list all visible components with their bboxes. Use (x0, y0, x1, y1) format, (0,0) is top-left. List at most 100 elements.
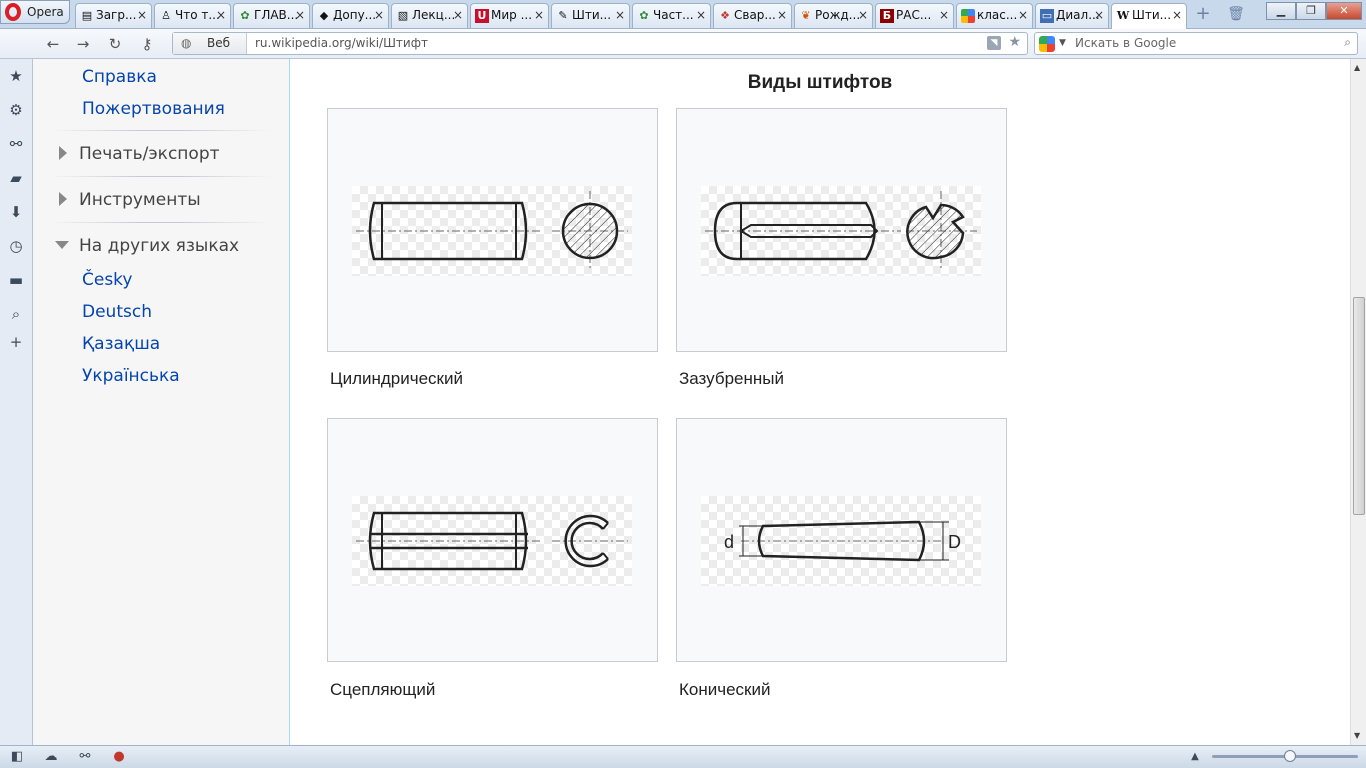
add-panel-icon[interactable]: + (6, 332, 26, 352)
url-text[interactable]: ru.wikipedia.org/wiki/Штифт (255, 33, 428, 54)
gallery-image-box[interactable] (676, 108, 1007, 352)
article-content: Виды штифтов Цилиндрический Зазубренный … (290, 59, 1350, 745)
scroll-up-arrow-icon[interactable]: ▲ (1354, 63, 1360, 72)
tab-5[interactable]: ▧ Лекц... × (391, 3, 468, 28)
tab-1[interactable]: ▤ Загр... × (75, 3, 152, 28)
panel-toggle-icon[interactable]: ◧ (8, 749, 26, 765)
tab-2[interactable]: ♙ Что т... × (154, 3, 231, 28)
gear-icon: ✿ (240, 9, 250, 22)
tab-11[interactable]: Б РАС... × (875, 3, 954, 28)
opera-menu-button[interactable]: Opera (0, 0, 70, 24)
sidebar-link-donate[interactable]: Пожертвования (82, 99, 225, 119)
tab-13[interactable]: ▭ Диал... × (1035, 3, 1109, 28)
vertical-scrollbar[interactable]: ▲ ▼ (1350, 59, 1366, 745)
tab-close-icon[interactable]: × (858, 4, 868, 27)
tab-12[interactable]: клас... × (956, 3, 1033, 28)
tab-close-icon[interactable]: × (216, 4, 226, 27)
divider (49, 130, 271, 131)
site-info-chip[interactable]: ◍ Веб (173, 33, 247, 54)
section-print-export[interactable]: Печать/экспорт (79, 144, 220, 164)
tab-7[interactable]: ✎ Шти... × (551, 3, 630, 28)
tab-4[interactable]: ◆ Допу... × (312, 3, 389, 28)
zoom-slider-knob[interactable] (1284, 750, 1296, 762)
minimize-button[interactable]: ▁ (1266, 2, 1296, 20)
search-icon[interactable]: ⌕ (1344, 35, 1351, 50)
divider (49, 176, 271, 177)
collapse-arrow-icon[interactable] (55, 241, 69, 249)
tab-6[interactable]: U Мир ... × (470, 3, 549, 28)
dim-large-label: D (948, 532, 961, 552)
tab-close-icon[interactable]: × (696, 4, 706, 27)
back-arrow-icon[interactable]: ← (42, 34, 64, 54)
grooved-pin-drawing[interactable] (701, 186, 981, 276)
tab-close-icon[interactable]: × (777, 4, 787, 27)
cylindrical-pin-drawing[interactable] (352, 186, 632, 276)
tab-10[interactable]: ❦ Рожд... × (794, 3, 873, 28)
trash-icon[interactable]: 🗑 (1226, 4, 1246, 24)
status-bar: ◧ ☁ ⚯ ● ▲ (0, 745, 1366, 768)
tab-close-icon[interactable]: × (295, 4, 305, 27)
tab-close-icon[interactable]: × (1094, 4, 1104, 27)
page-icon: ▧ (397, 9, 409, 22)
gallery-image-box[interactable] (327, 108, 658, 352)
scroll-thumb[interactable] (1353, 297, 1365, 515)
section-languages[interactable]: На других языках (79, 236, 239, 256)
gallery-title: Виды штифтов (747, 72, 893, 93)
tab-14-active[interactable]: W Шти... × (1111, 3, 1187, 29)
bookmarks-star-icon[interactable]: ★ (6, 66, 26, 86)
zoom-slider[interactable] (1212, 750, 1358, 762)
sidebar-lang-german[interactable]: Deutsch (82, 302, 152, 322)
expand-arrow-icon[interactable] (59, 146, 67, 160)
sidebar-lang-kazakh[interactable]: Қазақша (82, 334, 160, 354)
gallery-image-box[interactable] (327, 418, 658, 662)
taper-pin-drawing[interactable]: d D (701, 496, 981, 586)
tab-close-icon[interactable]: × (939, 4, 949, 27)
pencil-icon: ✎ (558, 9, 568, 22)
chevron-down-icon[interactable]: ▼ (1059, 33, 1066, 54)
zoom-up-arrow-icon[interactable]: ▲ (1186, 749, 1204, 765)
section-tools[interactable]: Инструменты (79, 190, 201, 210)
sidebar-lang-ukrainian[interactable]: Українська (82, 366, 180, 386)
history-clock-icon[interactable]: ◷ (6, 236, 26, 256)
google-search-engine-icon[interactable] (1039, 36, 1055, 52)
scroll-down-arrow-icon[interactable]: ▼ (1354, 731, 1360, 740)
u-logo-icon: U (475, 9, 489, 23)
spring-pin-drawing[interactable] (352, 496, 632, 586)
search-icon[interactable]: ⌕ (6, 304, 26, 324)
gallery-image-box[interactable]: d D (676, 418, 1007, 662)
notification-icon[interactable]: ● (110, 749, 128, 765)
search-input[interactable]: ▼ Искать в Google ⌕ (1034, 32, 1358, 55)
tab-close-icon[interactable]: × (1018, 4, 1028, 27)
tab-8[interactable]: ✿ Част... × (632, 3, 711, 28)
sidebar-link-help[interactable]: Справка (82, 67, 157, 87)
widgets-gear-icon[interactable]: ⚙ (6, 100, 26, 120)
tab-3[interactable]: ✿ ГЛАВ... × (233, 3, 310, 28)
restore-button[interactable]: ❐ (1296, 2, 1326, 20)
sidebar-lang-czech[interactable]: Česky (82, 270, 133, 290)
windows-icon[interactable]: ▬ (6, 270, 26, 290)
tab-close-icon[interactable]: × (374, 4, 384, 27)
gallery-caption: Цилиндрический (330, 369, 463, 388)
address-field[interactable]: ◍ Веб ru.wikipedia.org/wiki/Штифт ◥ ★ (172, 32, 1028, 55)
unite-share-icon[interactable]: ⚯ (6, 134, 26, 154)
tab-close-icon[interactable]: × (534, 4, 544, 27)
tab-close-icon[interactable]: × (1172, 4, 1182, 27)
close-window-button[interactable]: ✕ (1326, 2, 1362, 20)
diamond-icon: ◆ (319, 9, 329, 22)
reload-icon[interactable]: ↻ (104, 34, 126, 54)
tab-close-icon[interactable]: × (137, 4, 147, 27)
tab-9[interactable]: ❖ Свар... × (713, 3, 792, 28)
forward-arrow-icon[interactable]: → (72, 34, 94, 54)
bookmark-star-icon[interactable]: ★ (1008, 34, 1021, 50)
tab-close-icon[interactable]: × (615, 4, 625, 27)
unite-icon[interactable]: ⚯ (76, 749, 94, 765)
expand-arrow-icon[interactable] (59, 192, 67, 206)
chat-icon: ▭ (1040, 9, 1054, 23)
key-icon[interactable]: ⚷ (136, 34, 158, 54)
rss-icon[interactable]: ◥ (987, 36, 1001, 50)
tab-close-icon[interactable]: × (453, 4, 463, 27)
new-tab-icon[interactable]: + (1193, 4, 1213, 24)
downloads-icon[interactable]: ⬇ (6, 202, 26, 222)
cloud-icon[interactable]: ☁ (42, 749, 60, 765)
notes-icon[interactable]: ▰ (6, 168, 26, 188)
